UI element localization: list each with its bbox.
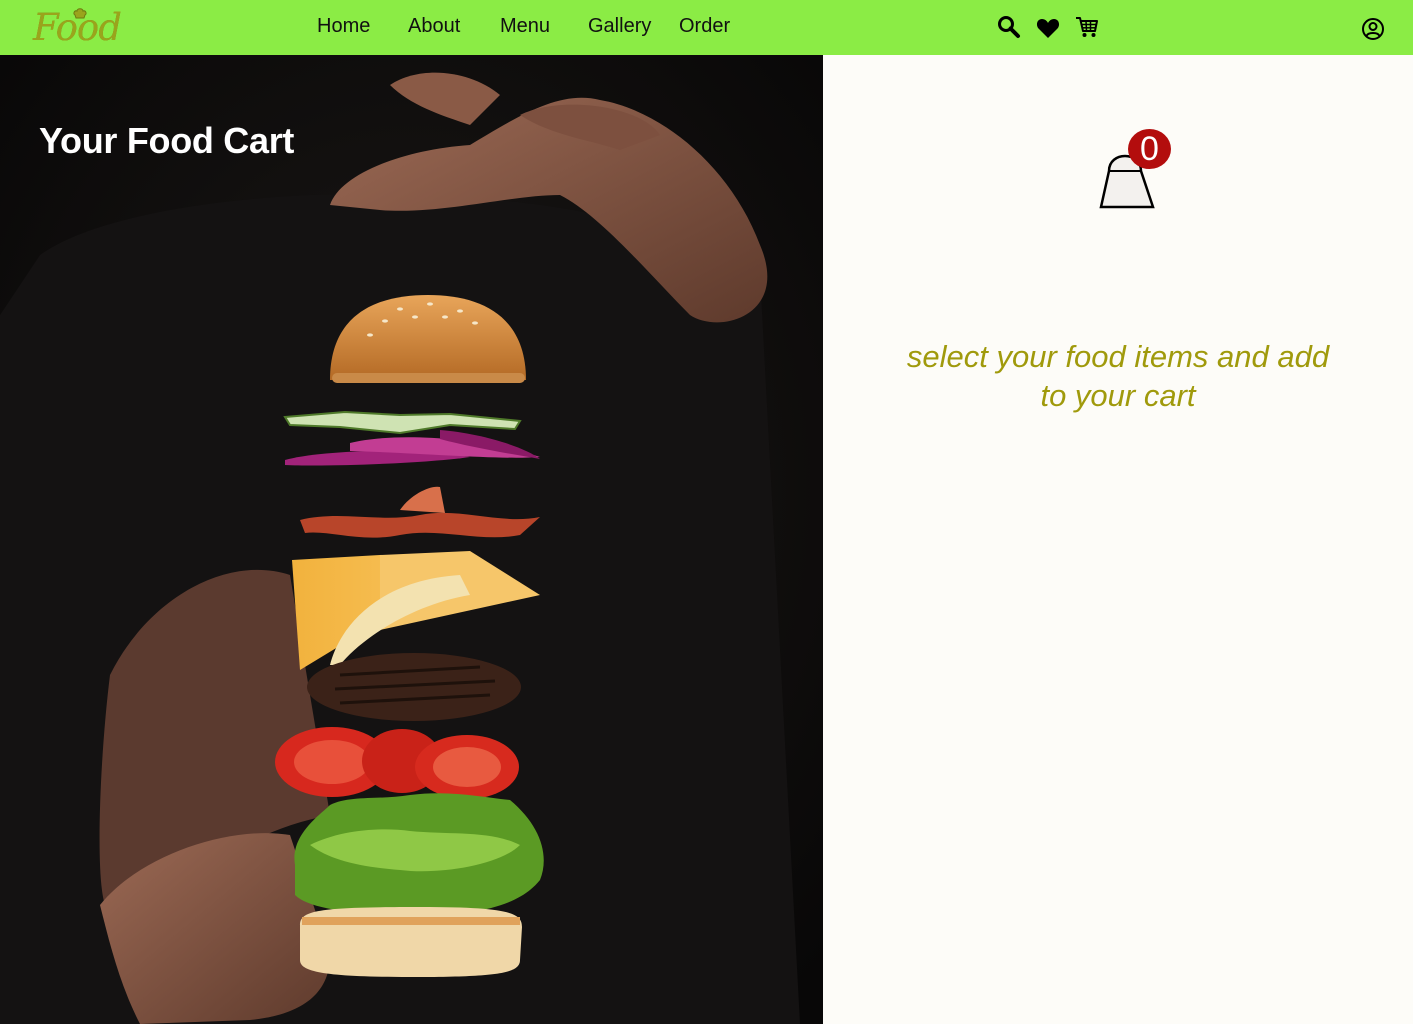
cart-icon[interactable]: [1075, 16, 1099, 43]
brand-logo[interactable]: Food: [30, 4, 130, 52]
empty-cart-message: select your food items and add to your c…: [906, 339, 1330, 413]
nav-about-link[interactable]: About: [408, 15, 460, 38]
nav-order-link[interactable]: Order: [679, 15, 730, 38]
nav-menu-link[interactable]: Menu: [500, 15, 550, 38]
nav-home-link[interactable]: Home: [317, 15, 370, 38]
user-account-icon[interactable]: [1361, 17, 1385, 46]
page-title: Your Food Cart: [39, 120, 295, 161]
cart-panel: 0 select your food items and add to your…: [823, 55, 1413, 1024]
floating-burger-image: [0, 55, 823, 1024]
hero-section: Your Food Cart: [0, 55, 823, 1024]
cart-count-badge: 0: [1128, 129, 1171, 169]
brand-name: Food: [33, 6, 122, 49]
top-navbar: Food Home About Menu Gallery Order: [0, 0, 1413, 55]
heart-icon[interactable]: [1036, 17, 1060, 44]
search-icon[interactable]: [997, 15, 1021, 44]
nav-gallery-link[interactable]: Gallery: [588, 15, 651, 38]
